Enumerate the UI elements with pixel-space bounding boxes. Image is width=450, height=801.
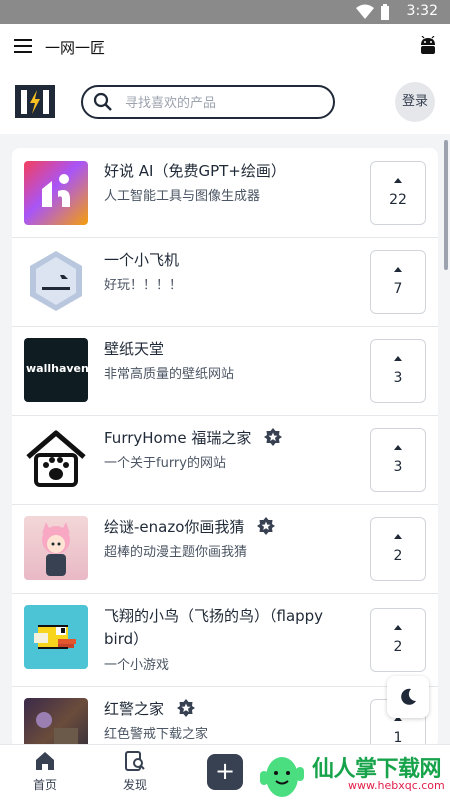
product-thumbnail: [24, 605, 88, 669]
product-thumbnail: [24, 161, 88, 225]
product-title[interactable]: 壁纸天堂: [104, 338, 354, 361]
product-title-text[interactable]: FurryHome 福瑞之家: [104, 429, 251, 447]
red-alert-art-image: [36, 712, 78, 748]
product-item[interactable]: 绘谜-enazo你画我猜 超棒的动漫主题你画我猜 2: [12, 504, 438, 594]
product-thumbnail: [24, 427, 88, 491]
vote-count: 22: [389, 192, 407, 208]
vote-count: 3: [393, 459, 403, 475]
upvote-button[interactable]: 3: [370, 339, 426, 403]
status-bar: 3:32: [0, 0, 450, 24]
upvote-arrow-icon: [394, 534, 402, 539]
upvote-button[interactable]: 3: [370, 428, 426, 492]
upvote-arrow-icon: [394, 356, 402, 361]
anime-character-image: [42, 522, 70, 576]
featured-badge-icon: [176, 699, 195, 717]
product-title[interactable]: FurryHome 福瑞之家: [104, 427, 354, 450]
watermark: 仙人掌下载网 www.hebxqc.com: [250, 747, 450, 800]
watermark-url: www.hebxqc.com: [348, 779, 445, 792]
upvote-button[interactable]: 7: [370, 250, 426, 314]
product-title[interactable]: 飞翔的小鸟（飞扬的鸟）（flappy bird）: [104, 605, 354, 651]
product-thumbnail: [24, 516, 88, 580]
featured-badge-icon: [257, 517, 276, 535]
status-icons: [356, 4, 390, 20]
product-thumbnail: wallhaven: [24, 338, 88, 402]
site-logo[interactable]: [15, 85, 55, 118]
wallhaven-logo-text: wallhaven: [26, 362, 88, 375]
vote-count: 2: [393, 548, 403, 564]
featured-badge-icon: [264, 428, 283, 446]
product-item[interactable]: wallhaven 壁纸天堂 非常高质量的壁纸网站 3: [12, 326, 438, 416]
product-thumbnail: [24, 249, 88, 313]
menu-icon[interactable]: [14, 39, 32, 53]
vote-count: 7: [393, 281, 403, 297]
product-title[interactable]: 好说 AI（免费GPT+绘画）: [104, 160, 354, 183]
vote-count: 2: [393, 639, 403, 655]
status-time: 3:32: [406, 3, 438, 19]
product-description: 非常高质量的壁纸网站: [104, 367, 235, 382]
upvote-arrow-icon: [394, 267, 402, 272]
upvote-arrow-icon: [394, 445, 402, 450]
product-item[interactable]: 一个小飞机 好玩！！！！ 7: [12, 237, 438, 327]
upvote-arrow-icon: [394, 178, 402, 183]
product-description: 红色警戒下载之家: [104, 727, 209, 742]
app-title: 一网一匠: [45, 39, 106, 57]
tab-discover[interactable]: 发现: [105, 751, 165, 793]
android-icon[interactable]: [420, 36, 436, 56]
product-title-text[interactable]: 绘谜-enazo你画我猜: [104, 518, 244, 536]
site-header: 寻找喜欢的产品 登录: [0, 70, 450, 134]
add-product-button[interactable]: +: [207, 754, 243, 790]
product-description: 好玩！！！！: [104, 278, 183, 293]
product-item[interactable]: 好说 AI（免费GPT+绘画） 人工智能工具与图像生成器 22: [12, 148, 438, 238]
search-icon: [93, 92, 112, 111]
product-item[interactable]: FurryHome 福瑞之家 一个关于furry的网站 3: [12, 415, 438, 505]
flappy-bird-icon: [34, 625, 76, 649]
product-title[interactable]: 红警之家: [104, 698, 354, 721]
tab-home[interactable]: 首页: [15, 751, 75, 793]
product-description: 超棒的动漫主题你画我猜: [104, 545, 248, 560]
product-description: 一个小游戏: [104, 658, 170, 673]
upvote-button[interactable]: 2: [370, 517, 426, 581]
paw-house-icon: [26, 430, 86, 487]
wifi-icon: [356, 4, 374, 19]
search-bar[interactable]: 寻找喜欢的产品: [81, 85, 335, 119]
product-list: 好说 AI（免费GPT+绘画） 人工智能工具与图像生成器 22 一个小飞机 好玩…: [12, 148, 438, 748]
product-title[interactable]: 一个小飞机: [104, 249, 354, 272]
product-item[interactable]: 红警之家 红色警戒下载之家 1: [12, 686, 438, 748]
product-thumbnail: [24, 698, 88, 748]
app-bar: 一网一匠: [0, 24, 450, 70]
airplane-icon: [30, 251, 82, 311]
cactus-mascot-icon: [260, 757, 304, 797]
upvote-button[interactable]: 22: [370, 161, 426, 225]
search-placeholder[interactable]: 寻找喜欢的产品: [125, 92, 216, 111]
tab-discover-label: 发现: [122, 778, 147, 792]
battery-icon: [381, 4, 389, 20]
logo-mark: [21, 90, 49, 114]
haoshuo-logo: [42, 174, 70, 207]
product-item[interactable]: 飞翔的小鸟（飞扬的鸟）（flappy bird） 一个小游戏 2: [12, 593, 438, 687]
scrollbar[interactable]: [444, 140, 448, 270]
product-description: 人工智能工具与图像生成器: [104, 189, 261, 204]
home-icon: [36, 752, 54, 770]
vote-count: 3: [393, 370, 403, 386]
login-button[interactable]: 登录: [395, 82, 435, 122]
product-description: 一个关于furry的网站: [104, 456, 226, 471]
product-title-text[interactable]: 红警之家: [104, 700, 164, 718]
dark-mode-toggle[interactable]: [387, 676, 429, 718]
upvote-button[interactable]: 2: [370, 608, 426, 672]
upvote-arrow-icon: [394, 625, 402, 630]
tab-home-label: 首页: [32, 778, 57, 792]
discover-icon: [125, 751, 145, 771]
moon-icon: [401, 688, 416, 705]
product-title[interactable]: 绘谜-enazo你画我猜: [104, 516, 354, 539]
